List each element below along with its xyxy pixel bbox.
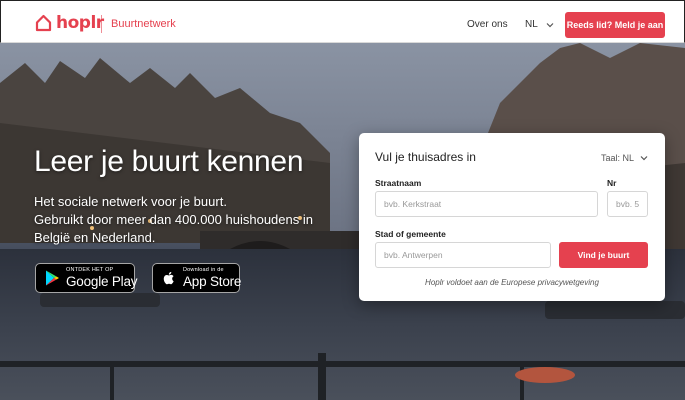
google-play-label: Google Play: [66, 273, 138, 289]
hero-subtitle: Het sociale netwerk voor je buurt. Gebru…: [34, 193, 334, 247]
form-language-label: Taal: NL: [601, 153, 635, 163]
google-play-button[interactable]: ONTDEK HET OP Google Play: [35, 263, 138, 293]
privacy-note: Hoplr voldoet aan de Europese privacywet…: [425, 278, 599, 287]
app-store-button[interactable]: Download in de App Store: [152, 263, 242, 293]
login-button[interactable]: Reeds lid? Meld je aan: [565, 12, 665, 38]
street-input[interactable]: [375, 191, 598, 217]
app-store-small-label: Download in de: [183, 267, 224, 273]
language-selector[interactable]: NL: [525, 19, 554, 30]
find-neighborhood-button[interactable]: Vind je buurt: [559, 242, 648, 268]
chevron-down-icon: [640, 156, 648, 161]
hero-subtitle-line: Het sociale netwerk voor je buurt.: [34, 194, 227, 209]
chevron-down-icon: [546, 22, 554, 27]
city-input[interactable]: [375, 242, 551, 268]
top-navbar: hoplr Buurtnetwerk Over ons NL Reeds lid…: [0, 0, 685, 43]
form-title: Vul je thuisadres in: [375, 150, 476, 164]
number-label: Nr: [607, 178, 617, 188]
address-form-card: Vul je thuisadres in Taal: NL Straatnaam…: [359, 133, 665, 301]
brand-subtitle: Buurtnetwerk: [111, 18, 176, 30]
city-label: Stad of gemeente: [375, 229, 446, 239]
language-label: NL: [525, 19, 538, 30]
apple-icon: [163, 271, 174, 285]
house-icon: [35, 14, 52, 32]
form-language-selector[interactable]: Taal: NL: [601, 153, 648, 163]
hero-title: Leer je buurt kennen: [34, 145, 304, 178]
hero-subtitle-line: Gebruikt door meer dan 400.000 huishoude…: [34, 212, 313, 227]
brand-name: hoplr: [56, 13, 104, 33]
number-input[interactable]: [607, 191, 648, 217]
app-store-label: App Store: [183, 273, 242, 289]
google-play-icon: [46, 270, 59, 286]
hero-subtitle-line: België en Nederland.: [34, 230, 156, 245]
street-label: Straatnaam: [375, 178, 422, 188]
nav-link-about[interactable]: Over ons: [467, 19, 508, 30]
logo-divider: [101, 15, 102, 33]
google-play-small-label: ONTDEK HET OP: [66, 267, 114, 273]
hoplr-logo[interactable]: hoplr: [35, 13, 104, 33]
